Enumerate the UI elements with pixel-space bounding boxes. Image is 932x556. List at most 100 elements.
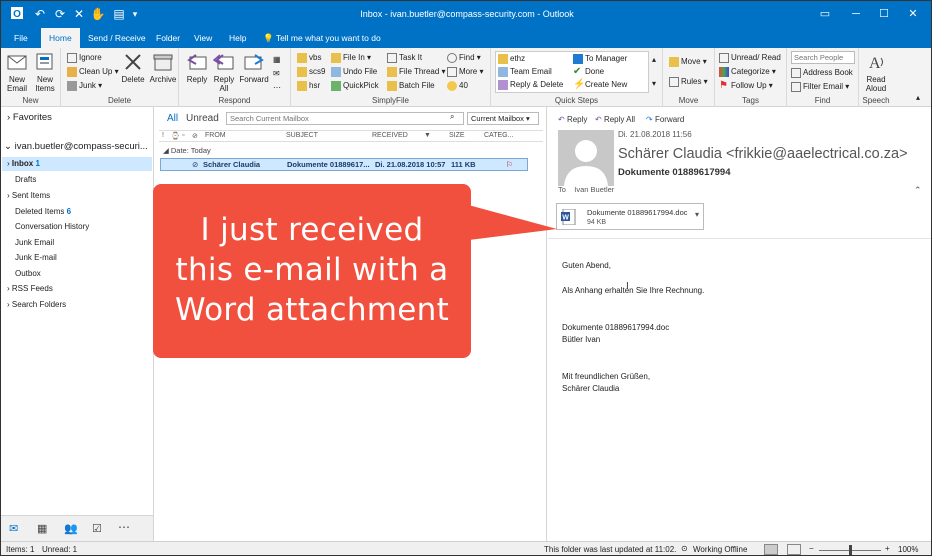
task-it-button[interactable]: Task It [387,52,422,63]
sender-name[interactable]: Schärer Claudia <frikkie@aaelectrical.co… [618,146,908,162]
account-header[interactable]: ⌄ ivan.buetler@compass-securi... [4,141,148,152]
reply-action[interactable]: ↶ Reply [558,115,587,124]
rules-button[interactable]: Rules ▾ [669,76,708,87]
tab-home[interactable]: Home [41,28,80,48]
folder-deleted[interactable]: Deleted Items 6 [15,207,71,216]
minimize-icon[interactable]: ─ [847,5,865,23]
forward-button[interactable]: Forward [239,51,269,84]
clean-up-button[interactable]: Clean Up ▾ [67,66,119,77]
tab-file[interactable]: File [14,28,28,48]
filter-all[interactable]: All [167,113,178,124]
folder-conversation-history[interactable]: Conversation History [15,222,89,231]
hsr-button[interactable]: hsr [297,80,320,91]
categorize-button[interactable]: Categorize ▾ [719,66,776,77]
mail-icon[interactable]: ✉ [9,522,18,535]
qs-scroll-icon[interactable]: ▴ [652,54,656,65]
tab-view[interactable]: View [194,28,212,48]
batch-file-button[interactable]: Batch File [387,80,435,91]
folder-rss[interactable]: › RSS Feeds [7,284,53,293]
im-reply-icon[interactable]: ✉ [273,68,280,79]
folder-junk-email[interactable]: Junk Email [15,238,54,247]
maximize-icon[interactable]: ☐ [875,5,893,23]
address-book-button[interactable]: Address Book [791,67,853,78]
filter-email-button[interactable]: Filter Email ▾ [791,81,849,92]
reminder-icon[interactable]: ⌚ [171,132,180,140]
qs-create-new[interactable]: ⚡Create New [573,79,627,90]
col-from[interactable]: FROM [205,132,226,139]
read-aloud-button[interactable]: A Read Aloud [863,51,889,93]
folder-sent[interactable]: › Sent Items [7,191,50,200]
tab-help[interactable]: Help [229,28,246,48]
attachment-column-icon[interactable]: ⊘ [192,132,198,140]
reading-view-icon[interactable] [787,544,801,555]
qs-team-email[interactable]: Team Email [498,66,552,77]
archive-button[interactable]: Archive [149,51,177,84]
new-items-button[interactable]: New Items [33,51,57,93]
qs-expand-icon[interactable]: ▾ [652,78,656,89]
sf-count[interactable]: 40 [447,80,468,91]
ignore-button[interactable]: Ignore [67,52,102,63]
search-mailbox-input[interactable] [226,112,464,125]
col-categories[interactable]: CATEG... [484,132,513,139]
undo-file-button[interactable]: Undo File [331,66,377,77]
attachment-chip[interactable]: W Dokumente 01889617994.doc 94 KB ▾ [556,203,704,230]
col-subject[interactable]: SUBJECT [286,132,318,139]
search-people-input[interactable] [791,51,855,64]
qs-reply-delete[interactable]: Reply & Delete [498,79,563,90]
folder-inbox[interactable]: › Inbox 1 [7,159,40,168]
status-offline[interactable]: Working Offline [693,545,747,554]
tab-send-receive[interactable]: Send / Receive [88,28,146,48]
tasks-icon[interactable]: ☑ [92,522,102,535]
more-sf-button[interactable]: More ▾ [447,66,483,77]
meeting-reply-icon[interactable]: ▦ [273,54,281,65]
move-button[interactable]: Move ▾ [669,56,707,67]
tab-folder[interactable]: Folder [156,28,180,48]
more-respond-icon[interactable]: ⋯ [273,82,281,93]
qs-done[interactable]: ✔ Done [573,66,604,77]
tell-me-box[interactable]: 💡 Tell me what you want to do [263,28,381,48]
unread-read-button[interactable]: Unread/ Read [719,52,781,63]
scs9-button[interactable]: scs9 [297,66,325,77]
file-in-button[interactable]: File In ▾ [331,52,371,63]
to-recipient[interactable]: Ivan Buetler [574,185,614,194]
reply-button[interactable]: Reply [185,51,209,84]
collapse-ribbon-icon[interactable]: ▴ [916,92,920,103]
col-size[interactable]: SIZE [449,132,465,139]
vbs-button[interactable]: vbs [297,52,321,63]
folder-junk-e-mail[interactable]: Junk E-mail [15,253,57,262]
table-row[interactable]: ⊘ Schärer Claudia Dokumente 01889617... … [160,158,528,171]
folder-drafts[interactable]: Drafts [15,175,36,184]
group-header-today[interactable]: ◢ Date: Today [163,146,211,155]
filter-unread[interactable]: Unread [186,113,219,124]
qs-to-manager[interactable]: To Manager [573,53,627,64]
search-scope-select[interactable]: Current Mailbox ▾ [467,112,539,125]
importance-icon[interactable]: ! [162,132,164,139]
collapse-header-icon[interactable]: ⌃ [914,185,922,196]
find-sf-button[interactable]: Find ▾ [447,52,481,63]
calendar-icon[interactable]: ▦ [37,522,47,535]
new-email-button[interactable]: New Email [5,51,29,93]
zoom-out-icon[interactable]: − [809,544,814,553]
folder-outbox[interactable]: Outbox [15,269,41,278]
more-modules-icon[interactable]: ⋯ [118,520,130,534]
favorites-header[interactable]: › Favorites [7,112,52,123]
reply-all-button[interactable]: Reply All [212,51,236,93]
delete-button[interactable]: Delete [121,51,145,84]
zoom-level[interactable]: 100% [898,545,918,554]
flag-icon[interactable]: ⚐ [506,160,513,169]
quickpick-button[interactable]: QuickPick [331,80,379,91]
zoom-slider-thumb[interactable] [849,545,852,555]
follow-up-button[interactable]: ⚑ Follow Up ▾ [719,80,773,91]
qs-ethz[interactable]: ethz [498,53,525,64]
zoom-in-icon[interactable]: + [885,544,890,553]
folder-search-folders[interactable]: › Search Folders [7,300,66,309]
people-icon[interactable]: 👥 [64,522,78,535]
reply-all-action[interactable]: ↶ Reply All [595,115,635,124]
normal-view-icon[interactable] [764,544,778,555]
icon-column-icon[interactable]: ▫ [182,132,184,139]
close-icon[interactable]: ✕ [904,5,922,23]
col-received[interactable]: RECEIVED [372,132,408,139]
junk-button[interactable]: Junk ▾ [67,80,102,91]
chevron-down-icon[interactable]: ▾ [695,210,699,219]
search-icon[interactable]: ⌕ [450,112,454,122]
